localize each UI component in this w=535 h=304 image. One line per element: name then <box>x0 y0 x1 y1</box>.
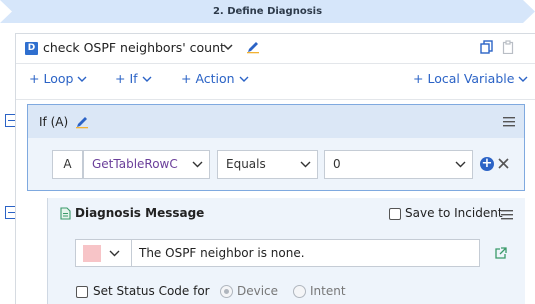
clipboard-icon[interactable] <box>502 40 514 57</box>
menu-icon[interactable] <box>503 116 515 130</box>
pencil-icon[interactable] <box>75 115 89 132</box>
severity-color-swatch[interactable] <box>83 245 101 262</box>
pencil-icon[interactable] <box>246 40 260 57</box>
chevron-down-icon <box>518 76 528 82</box>
value-select[interactable]: 0 <box>324 150 473 179</box>
chevron-down-icon <box>455 151 466 178</box>
device-radio[interactable] <box>220 285 233 298</box>
add-toolbar: + Loop + If + Action + Local Variable <box>16 71 535 93</box>
card-header: D check OSPF neighbors' count <box>16 34 535 63</box>
save-to-incident-checkbox[interactable] <box>389 208 401 220</box>
open-external-icon[interactable] <box>494 247 507 263</box>
chevron-down-icon[interactable] <box>223 41 233 56</box>
function-select[interactable]: GetTableRowC <box>83 150 210 179</box>
chevron-down-icon <box>77 76 87 82</box>
add-action-button[interactable]: + Action <box>181 71 249 86</box>
intent-radio[interactable] <box>293 285 306 298</box>
message-input-row: The OSPF neighbor is none. <box>75 239 480 267</box>
intent-radio-label[interactable]: Intent <box>310 284 346 298</box>
if-title: If (A) <box>39 115 69 129</box>
chevron-down-icon <box>192 151 203 178</box>
chevron-down-icon <box>239 76 249 82</box>
diagnosis-message-title: Diagnosis Message <box>75 206 205 220</box>
operator-select-value: Equals <box>226 157 266 171</box>
add-if-label: + If <box>115 71 138 86</box>
if-header: If (A) <box>28 105 524 138</box>
add-local-variable-label: + Local Variable <box>413 71 515 86</box>
function-select-value: GetTableRowC <box>92 157 178 171</box>
message-separator <box>131 240 132 266</box>
chevron-down-icon <box>300 151 311 178</box>
step-banner: 2. Define Diagnosis <box>0 0 535 23</box>
message-input[interactable]: The OSPF neighbor is none. <box>139 246 305 260</box>
step-banner-label: 2. Define Diagnosis <box>212 6 323 17</box>
diagnosis-message-block: Diagnosis Message Save to Incident The O… <box>47 198 525 304</box>
device-radio-label[interactable]: Device <box>237 284 278 298</box>
close-icon[interactable] <box>497 157 510 173</box>
document-icon <box>60 207 71 223</box>
set-status-code-label[interactable]: Set Status Code for <box>93 284 210 298</box>
add-if-button[interactable]: + If <box>115 71 152 86</box>
toolbar-divider <box>16 99 535 100</box>
chevron-down-icon <box>142 76 152 82</box>
operator-select[interactable]: Equals <box>217 150 318 179</box>
condition-alias: A <box>52 150 83 179</box>
add-local-variable-button[interactable]: + Local Variable <box>413 71 528 86</box>
save-to-incident-label[interactable]: Save to Incident <box>405 206 503 220</box>
add-condition-icon[interactable]: + <box>480 157 494 171</box>
add-loop-button[interactable]: + Loop <box>29 71 87 86</box>
menu-icon[interactable] <box>501 209 513 223</box>
diagnosis-badge: D <box>25 42 38 55</box>
if-block: If (A) A GetTableRowC Equals 0 + <box>27 104 525 191</box>
header-divider <box>16 63 535 64</box>
add-loop-label: + Loop <box>29 71 74 86</box>
card-title[interactable]: check OSPF neighbors' count <box>43 40 225 55</box>
value-select-value: 0 <box>333 157 341 171</box>
set-status-code-checkbox[interactable] <box>76 286 88 298</box>
add-action-label: + Action <box>181 71 235 86</box>
chevron-down-icon[interactable] <box>109 248 120 262</box>
copy-icon[interactable] <box>480 40 493 57</box>
